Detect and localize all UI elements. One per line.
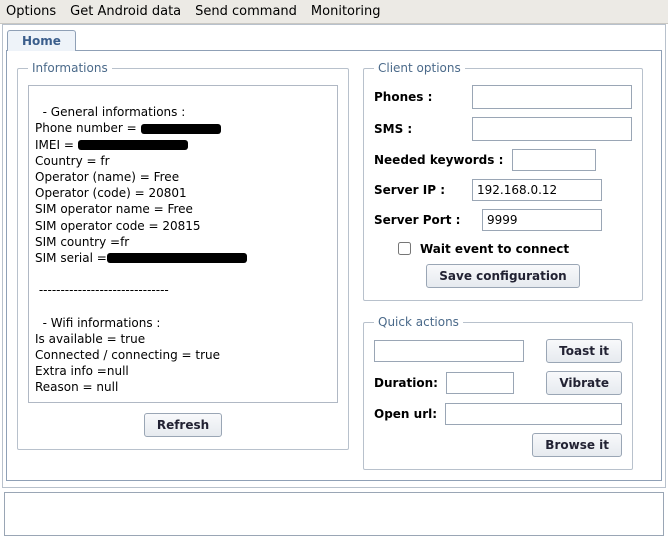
informations-group: Informations - General informations : Ph… bbox=[17, 61, 349, 450]
info-line: SIM operator name = Free bbox=[35, 202, 193, 216]
menu-get-android[interactable]: Get Android data bbox=[70, 4, 181, 19]
menubar: Options Get Android data Send command Mo… bbox=[0, 0, 668, 24]
tab-body: Informations - General informations : Ph… bbox=[6, 50, 662, 481]
wait-event-label: Wait event to connect bbox=[420, 242, 569, 256]
info-line: IMEI = bbox=[35, 138, 188, 152]
menu-send-command[interactable]: Send command bbox=[195, 4, 297, 19]
info-line: - Wifi informations : bbox=[35, 316, 160, 330]
tab-bar: Home bbox=[3, 25, 665, 50]
phones-label: Phones : bbox=[374, 90, 464, 104]
info-line: Operator (name) = Free bbox=[35, 170, 179, 184]
open-url-label: Open url: bbox=[374, 407, 437, 421]
info-line: Is available = true bbox=[35, 332, 145, 346]
phones-input[interactable] bbox=[472, 85, 632, 109]
toast-input[interactable] bbox=[374, 340, 524, 362]
server-ip-label: Server IP : bbox=[374, 183, 464, 197]
info-line: Connected / connecting = true bbox=[35, 348, 220, 362]
wait-event-checkbox[interactable] bbox=[398, 242, 411, 255]
info-line: ------------------------------ bbox=[35, 283, 169, 297]
info-line: - General informations : bbox=[35, 105, 185, 119]
duration-label: Duration: bbox=[374, 376, 438, 390]
client-options-title: Client options bbox=[374, 61, 465, 75]
server-ip-input[interactable] bbox=[472, 179, 602, 201]
informations-text[interactable]: - General informations : Phone number = … bbox=[28, 85, 338, 403]
log-output[interactable] bbox=[4, 492, 664, 536]
informations-title: Informations bbox=[28, 61, 112, 75]
menu-options[interactable]: Options bbox=[6, 4, 56, 19]
sms-input[interactable] bbox=[472, 117, 632, 141]
quick-actions-group: Quick actions Toast it Duration: Vibrate… bbox=[363, 315, 633, 470]
info-line: SIM serial = bbox=[35, 251, 247, 265]
tab-home[interactable]: Home bbox=[7, 30, 76, 51]
server-port-label: Server Port : bbox=[374, 213, 474, 227]
info-line: Operator (code) = 20801 bbox=[35, 186, 187, 200]
menu-monitoring[interactable]: Monitoring bbox=[311, 4, 381, 19]
server-port-input[interactable] bbox=[482, 209, 602, 231]
save-config-button[interactable]: Save configuration bbox=[426, 264, 579, 288]
keywords-input[interactable] bbox=[512, 149, 596, 171]
toast-button[interactable]: Toast it bbox=[546, 339, 622, 363]
info-line: Reason = null bbox=[35, 380, 118, 394]
refresh-button[interactable]: Refresh bbox=[144, 413, 222, 437]
duration-input[interactable] bbox=[446, 372, 514, 394]
keywords-label: Needed keywords : bbox=[374, 153, 504, 167]
info-line: Extra info =null bbox=[35, 364, 129, 378]
info-line: Phone number = bbox=[35, 121, 221, 135]
quick-actions-title: Quick actions bbox=[374, 315, 463, 329]
client-options-group: Client options Phones : SMS : Needed key… bbox=[363, 61, 643, 301]
open-url-input[interactable] bbox=[445, 403, 622, 425]
info-line: SIM operator code = 20815 bbox=[35, 219, 201, 233]
redacted-phone bbox=[141, 124, 221, 134]
main-panel: Home Informations - General informations… bbox=[2, 24, 666, 488]
sms-label: SMS : bbox=[374, 122, 464, 136]
info-line: SIM country =fr bbox=[35, 235, 129, 249]
info-line: Country = fr bbox=[35, 154, 110, 168]
vibrate-button[interactable]: Vibrate bbox=[546, 371, 622, 395]
browse-button[interactable]: Browse it bbox=[532, 433, 622, 457]
redacted-sim-serial bbox=[107, 253, 247, 263]
redacted-imei bbox=[78, 140, 188, 150]
